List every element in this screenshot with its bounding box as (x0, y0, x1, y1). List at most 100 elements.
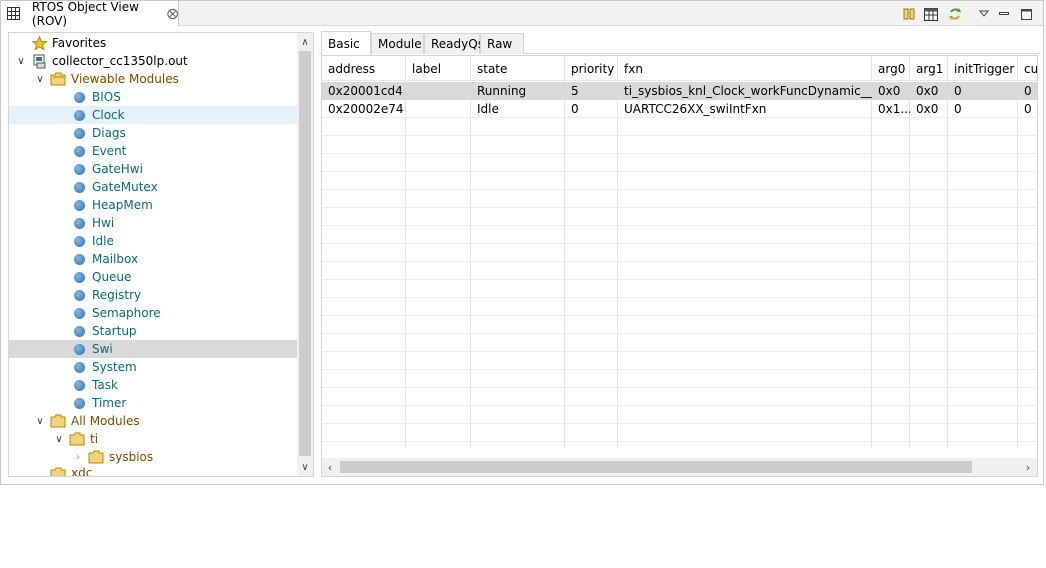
chevron-down-icon[interactable]: ∨ (34, 73, 46, 85)
table-cell: UARTCC26XX_swiIntFxn (624, 102, 767, 116)
tree-item-module[interactable]: Diags (9, 124, 297, 142)
tree-label-module: GateHwi (92, 162, 143, 176)
grid-line (322, 261, 1037, 262)
table-icon[interactable] (923, 6, 939, 22)
tree-item-module[interactable]: GateHwi (9, 160, 297, 178)
view-menu-icon[interactable] (976, 6, 992, 22)
refresh-icon[interactable] (947, 6, 963, 22)
tab-raw[interactable]: Raw (480, 33, 524, 54)
tree-item-module[interactable]: Idle (9, 232, 297, 250)
tree-item-module[interactable]: Mailbox (9, 250, 297, 268)
tree-label-viewable-modules: Viewable Modules (71, 72, 179, 86)
scrollbar-thumb[interactable] (340, 461, 972, 473)
grid-line (322, 279, 1037, 280)
tree-item-module[interactable]: Clock (9, 106, 297, 124)
pause-icon[interactable] (901, 6, 917, 22)
tree-item-module[interactable]: GateMutex (9, 178, 297, 196)
grid-line (322, 423, 1037, 424)
column-header[interactable]: label (406, 56, 471, 81)
tree-item-module[interactable]: Hwi (9, 214, 297, 232)
scrollbar-thumb[interactable] (299, 51, 311, 456)
tree-label-module: GateMutex (92, 180, 158, 194)
minimize-icon[interactable] (996, 6, 1012, 22)
table-cell: 0 (954, 102, 962, 116)
column-header[interactable]: arg1 (910, 56, 948, 81)
detail-pane: Basic Module ReadyQs Raw address label state p… (319, 31, 1040, 477)
tree-label-module: Clock (92, 108, 125, 122)
scroll-up-icon[interactable]: ∧ (297, 34, 313, 50)
grid-icon (7, 6, 21, 22)
tab-basic[interactable]: Basic (321, 31, 371, 55)
chevron-down-icon[interactable]: ∨ (34, 415, 46, 427)
chevron-down-icon[interactable]: ∨ (15, 55, 27, 67)
close-icon[interactable]: ⨂ (167, 7, 178, 20)
tab-module[interactable]: Module (371, 33, 424, 54)
tree-item-favorites[interactable]: Favorites (9, 34, 297, 52)
tree-item-module[interactable]: Swi (9, 340, 297, 358)
module-dot-icon (71, 143, 87, 159)
tree-item-xdc[interactable]: xdc (9, 466, 297, 476)
table-row[interactable]: 0x20001cd4 Running 5 ti_sysbios_knl_Clock_w… (322, 82, 1037, 100)
tree-label-module: Idle (92, 234, 114, 248)
tree-label-xdc: xdc (71, 466, 93, 476)
tree-item-module[interactable]: Startup (9, 322, 297, 340)
tree-label-module: System (92, 360, 137, 374)
column-header[interactable]: cu (1018, 56, 1037, 81)
scroll-down-icon[interactable]: ∨ (297, 459, 313, 475)
tree-item-module[interactable]: Queue (9, 268, 297, 286)
tree-scrollbar[interactable]: ∧ ∨ (297, 33, 313, 476)
tree-item-module[interactable]: Event (9, 142, 297, 160)
table-hscrollbar[interactable]: ‹ › (322, 458, 1037, 476)
grid-line (322, 207, 1037, 208)
tree-label-sysbios: sysbios (109, 450, 154, 464)
table-row[interactable]: 0x20002e74 Idle 0 UARTCC26XX_swiIntFxn 0x1..… (322, 100, 1037, 118)
tree-label-module: Hwi (92, 216, 115, 230)
tree-item-module[interactable]: Semaphore (9, 304, 297, 322)
table-cell: 0x0 (916, 102, 939, 116)
tree-item-viewable-modules[interactable]: ∨ Viewable Modules (9, 70, 297, 88)
maximize-icon[interactable] (1018, 6, 1034, 22)
tree-item-module[interactable]: System (9, 358, 297, 376)
column-header[interactable]: arg0 (872, 56, 910, 81)
column-header[interactable]: state (471, 56, 565, 81)
tree-item-module[interactable]: Registry (9, 286, 297, 304)
scroll-left-icon[interactable]: ‹ (322, 458, 338, 476)
tree-item-module[interactable]: BIOS (9, 88, 297, 106)
tree-item-root[interactable]: ∨ collector_cc1350lp.out (9, 52, 297, 70)
module-dot-icon (71, 287, 87, 303)
table-cell: 0x20002e74 (328, 102, 404, 116)
grid-line (322, 135, 1037, 136)
column-header[interactable]: address (322, 56, 406, 81)
table-cell: 5 (571, 84, 579, 98)
tree-item-ti[interactable]: ∨ ti (9, 430, 297, 448)
grid-line (322, 243, 1037, 244)
tree-item-module[interactable]: Timer (9, 394, 297, 412)
table-cell: Running (477, 84, 527, 98)
table-header: address label state priority fxn arg0 arg1 init… (322, 56, 1037, 81)
scroll-right-icon[interactable]: › (1020, 458, 1036, 476)
grid-line (322, 171, 1037, 172)
module-tree: Favorites ∨ collector_cc1350lp.out ∨ Vie… (8, 32, 314, 477)
tree-label-ti: ti (90, 432, 99, 446)
view-titlebar: RTOS Object View (ROV) ⨂ (1, 0, 1043, 28)
chevron-down-icon[interactable]: ∨ (53, 433, 65, 445)
chevron-right-icon[interactable]: › (72, 451, 84, 463)
column-header[interactable]: initTrigger (948, 56, 1018, 81)
folder-icon (50, 413, 66, 429)
tree-item-sysbios[interactable]: › sysbios (9, 448, 297, 466)
tab-readyqs[interactable]: ReadyQs (424, 33, 484, 54)
tree-item-module[interactable]: HeapMem (9, 196, 297, 214)
tree-item-module[interactable]: Task (9, 376, 297, 394)
table-cell: 0x0 (878, 84, 901, 98)
tree-item-all-modules[interactable]: ∨ All Modules (9, 412, 297, 430)
grid-line (322, 225, 1037, 226)
view-tab[interactable]: RTOS Object View (ROV) ⨂ (1, 0, 179, 28)
table-cell: ti_sysbios_knl_Clock_workFuncDynamic__E (624, 84, 872, 98)
table-cell: 0 (571, 102, 579, 116)
column-header[interactable]: priority (565, 56, 618, 81)
tree-label-favorites: Favorites (52, 36, 107, 50)
table-cell: 0x20001cd4 (328, 84, 403, 98)
module-dot-icon (71, 161, 87, 177)
column-header[interactable]: fxn (618, 56, 872, 81)
grid-line (322, 189, 1037, 190)
